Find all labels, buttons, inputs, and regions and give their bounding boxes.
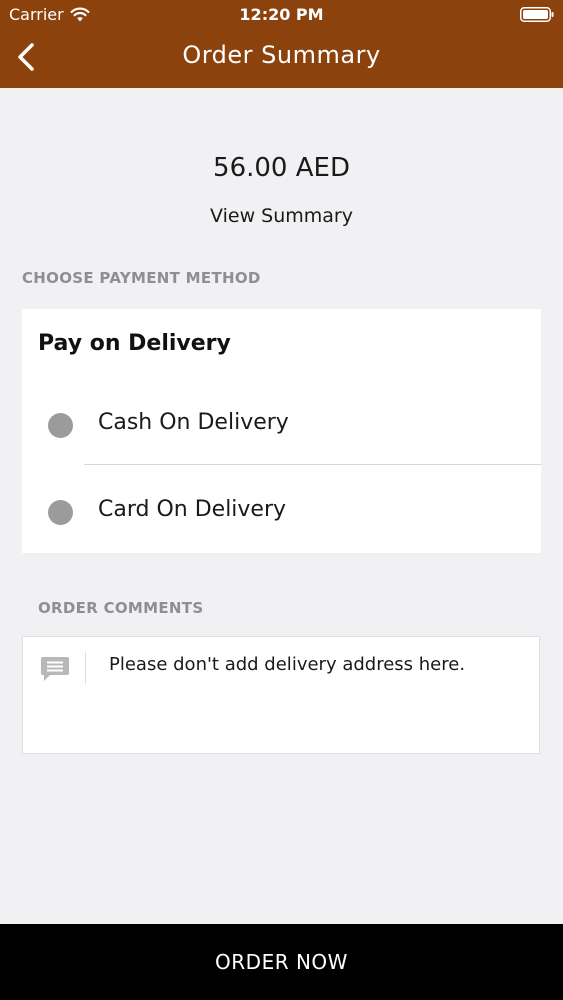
- payment-section-label: CHOOSE PAYMENT METHOD: [22, 269, 261, 287]
- view-summary-link[interactable]: View Summary: [0, 205, 563, 227]
- status-time: 12:20 PM: [239, 5, 324, 24]
- order-comments-box[interactable]: Please don't add delivery address here.: [22, 636, 540, 754]
- option-divider: [84, 464, 541, 465]
- nav-bar: Order Summary: [0, 30, 563, 88]
- order-total: 56.00 AED: [213, 153, 350, 183]
- comment-icon: [41, 657, 69, 681]
- comment-separator: [85, 652, 86, 684]
- comments-section-label: ORDER COMMENTS: [38, 599, 204, 617]
- page-title: Order Summary: [182, 41, 381, 69]
- payment-method-card: Pay on Delivery Cash On Delivery Card On…: [22, 309, 541, 553]
- payment-option-cash[interactable]: Cash On Delivery: [22, 393, 541, 457]
- header: Carrier 12:20 PM Order Summary: [0, 0, 563, 88]
- payment-option-card[interactable]: Card On Delivery: [22, 480, 541, 544]
- battery-icon: [520, 7, 554, 22]
- payment-option-label: Cash On Delivery: [98, 410, 289, 435]
- payment-option-label: Card On Delivery: [98, 497, 287, 522]
- order-comments-input[interactable]: Please don't add delivery address here.: [109, 654, 519, 675]
- radio-button-card[interactable]: [48, 500, 73, 525]
- status-bar: Carrier 12:20 PM: [0, 0, 563, 30]
- order-now-button[interactable]: ORDER NOW: [0, 924, 563, 1000]
- radio-button-cash[interactable]: [48, 413, 73, 438]
- payment-card-title: Pay on Delivery: [38, 331, 231, 356]
